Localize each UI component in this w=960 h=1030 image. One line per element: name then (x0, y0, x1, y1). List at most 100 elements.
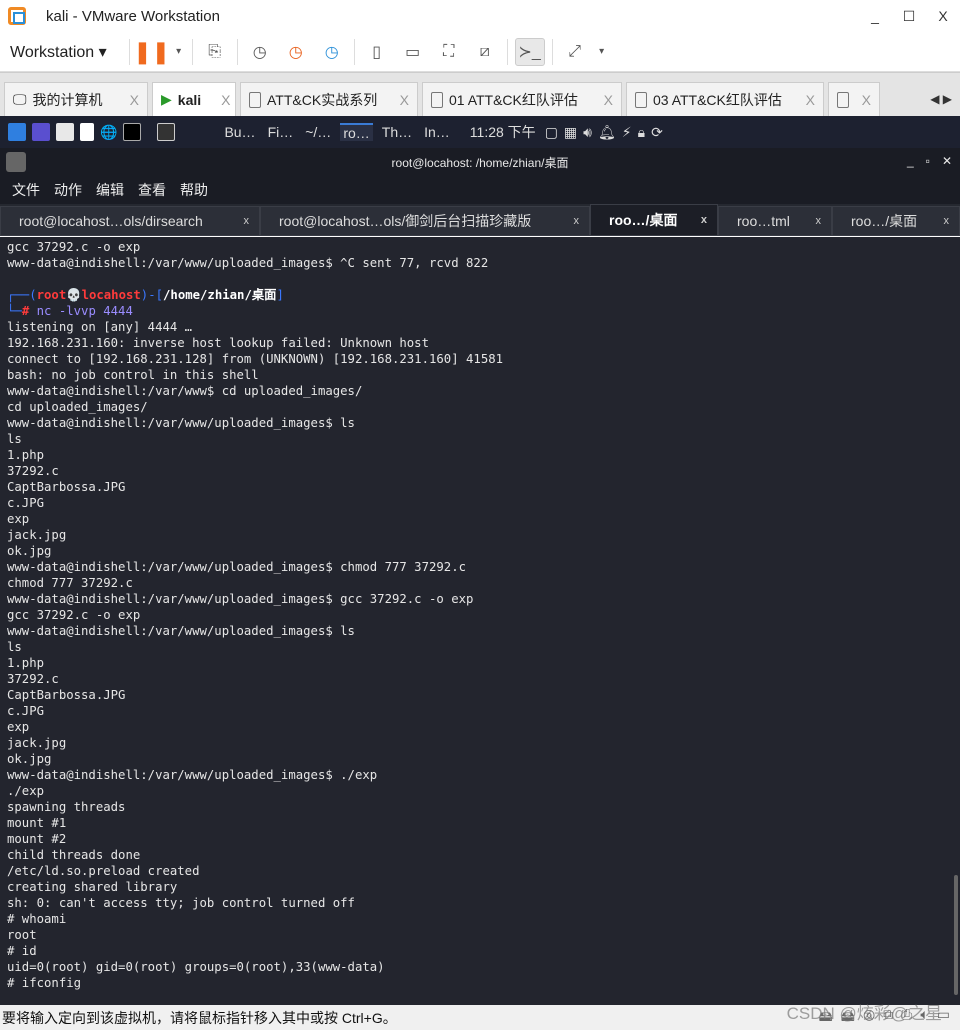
tab-label: roo…/桌面 (851, 213, 918, 229)
toolbar: Workstation ▾ ❚❚ ▾ ⎘ ◷ ◷ ◷ ▯ ▭ ⛶ ⧄ ≻_ ⤢ ▾ (0, 32, 960, 72)
terminal-line: 37292.c (7, 464, 59, 478)
unity-icon[interactable]: ⧄ (470, 38, 500, 66)
terminal-titlebar: root@locahost: /home/zhian/桌面 _ ▫ ✕ (0, 148, 960, 176)
kali-menu-icon[interactable] (8, 123, 26, 141)
revert-snapshot-icon[interactable]: ◷ (281, 38, 311, 66)
tab-label: root@locahost…ols/dirsearch (19, 213, 203, 229)
task-firefox[interactable]: Fi… (265, 124, 297, 140)
close-button[interactable]: ✕ (942, 154, 952, 168)
close-button[interactable]: X (926, 8, 960, 25)
maximize-button[interactable]: ☐ (892, 8, 926, 25)
close-tab-icon[interactable]: X (116, 92, 139, 108)
file-manager-icon[interactable] (56, 123, 74, 141)
snapshot-manager-icon[interactable]: ◷ (317, 38, 347, 66)
terminal-tab[interactable]: root@locahost…ols/御剑后台扫描珍藏版 x (260, 206, 590, 236)
close-tab-icon[interactable]: x (701, 214, 707, 226)
snapshot-icon[interactable]: ◷ (245, 38, 275, 66)
terminal-tab[interactable]: roo…/桌面 x (832, 206, 960, 236)
vm-tab-kali[interactable]: ▶ kali X (152, 82, 236, 116)
clock[interactable]: 11:28 下午 (467, 122, 539, 142)
close-tab-icon[interactable]: X (590, 92, 613, 108)
minimize-button[interactable]: _ (858, 8, 892, 25)
workstation-menu[interactable]: Workstation ▾ (10, 42, 107, 62)
terminal-output[interactable]: gcc 37292.c -o exp www-data@indishell:/va… (0, 237, 960, 1005)
vm-tabs: 🖵 我的计算机 X ▶ kali X ATT&CK实战系列 X 01 ATT&CK红队评估… (0, 72, 960, 116)
terminal-line: CaptBarbossa.JPG (7, 688, 126, 702)
menu-file[interactable]: 文件 (12, 180, 40, 200)
menu-actions[interactable]: 动作 (54, 180, 82, 200)
close-tab-icon[interactable]: X (386, 92, 409, 108)
volume-icon[interactable]: 🔊︎ (583, 124, 592, 141)
send-keys-icon[interactable]: ⎘ (200, 38, 230, 66)
display-icon[interactable]: ▢ (545, 124, 558, 141)
tab-label: 03 ATT&CK红队评估 (653, 91, 782, 108)
terminal-scrollbar[interactable] (954, 875, 958, 995)
tab-label: ATT&CK实战系列 (267, 91, 378, 108)
task-chrome[interactable]: In… (421, 124, 453, 140)
close-tab-icon[interactable]: x (574, 215, 580, 227)
terminal-line: 192.168.231.160: inverse host lookup fai… (7, 336, 429, 350)
output-before: gcc 37292.c -o exp www-data@indishell:/va… (7, 239, 953, 287)
notification-bell-icon[interactable]: 🔔︎ (598, 124, 616, 141)
vm-tab-more[interactable]: X (828, 82, 880, 116)
logout-icon[interactable]: ⟳ (651, 124, 663, 141)
prompt-command: nc -lvvp 4444 (36, 304, 133, 318)
close-tab-icon[interactable]: X (858, 92, 871, 108)
terminal-tab-active[interactable]: roo…/桌面 x (590, 204, 718, 236)
watermark: CSDN @炫彩@之星 (786, 1004, 942, 1023)
terminal-line: creating shared library (7, 880, 178, 894)
console-view-icon[interactable]: ≻_ (514, 37, 545, 66)
stretch-icon[interactable]: ⤢ (560, 38, 590, 66)
terminal-menubar: 文件 动作 编辑 查看 帮助 (0, 176, 960, 204)
browser-icon[interactable]: 🌐 (100, 124, 117, 141)
vm-icon (431, 91, 443, 108)
terminal-line: ok.jpg (7, 544, 52, 558)
vm-icon (249, 91, 261, 108)
menu-edit[interactable]: 编辑 (96, 180, 124, 200)
lock-icon[interactable]: 🔒︎ (638, 124, 645, 141)
vm-running-icon: ▶ (161, 91, 172, 107)
menu-view[interactable]: 查看 (138, 180, 166, 200)
sidebar-view-icon[interactable]: ▯ (362, 38, 392, 66)
pause-icon[interactable]: ❚❚ (133, 38, 170, 66)
fullscreen-icon[interactable]: ⛶ (434, 38, 464, 66)
close-tab-icon[interactable]: X (207, 92, 230, 108)
maximize-button[interactable]: ▫ (926, 154, 930, 168)
close-tab-icon[interactable]: x (816, 215, 822, 227)
task-burp[interactable]: Bu… (221, 124, 258, 140)
terminal-icon[interactable] (123, 123, 142, 141)
terminal-line: www-data@indishell:/var/www/uploaded_ima… (7, 624, 355, 638)
vm-tab-attck-01[interactable]: 01 ATT&CK红队评估 X (422, 82, 622, 116)
close-tab-icon[interactable]: X (792, 92, 815, 108)
thumbnail-view-icon[interactable]: ▭ (398, 38, 428, 66)
chevron-down-icon[interactable]: ▾ (173, 38, 185, 66)
terminal-line: jack.jpg (7, 736, 67, 750)
vm-tab-attck-series[interactable]: ATT&CK实战系列 X (240, 82, 418, 116)
show-desktop-icon[interactable] (32, 123, 50, 141)
terminal-line: listening on [any] 4444 … (7, 320, 193, 334)
window-title: kali - VMware Workstation (46, 7, 220, 25)
chevron-down-icon[interactable]: ▾ (596, 38, 608, 66)
task-thunar[interactable]: Th… (379, 124, 415, 140)
text-editor-icon[interactable] (80, 123, 94, 141)
vm-tab-my-computer[interactable]: 🖵 我的计算机 X (4, 82, 148, 116)
terminal-line: jack.jpg (7, 528, 67, 542)
terminal-tab[interactable]: root@locahost…ols/dirsearch x (0, 206, 260, 236)
task-editor[interactable]: ~/… (302, 124, 334, 140)
vmware-logo-icon (8, 7, 26, 25)
workspace-terminal-icon[interactable] (157, 123, 176, 141)
power-manager-icon[interactable]: ⚡ (622, 124, 632, 141)
terminal-tab[interactable]: roo…tml x (718, 206, 832, 236)
task-terminal[interactable]: ro… (340, 123, 373, 141)
prompt-host: locahost (81, 288, 141, 302)
kali-panel: 🌐 Bu… Fi… ~/… ro… Th… In… 11:28 下午 ▢ ▦ 🔊… (0, 116, 960, 148)
tab-scroll-arrows[interactable]: ◀ ▶ (922, 92, 960, 116)
vm-tab-attck-03[interactable]: 03 ATT&CK红队评估 X (626, 82, 824, 116)
keyboard-icon[interactable]: ▦ (564, 124, 577, 141)
minimize-button[interactable]: _ (907, 154, 914, 168)
close-tab-icon[interactable]: x (944, 215, 950, 227)
menu-help[interactable]: 帮助 (180, 180, 208, 200)
terminal-line: gcc 37292.c -o exp (7, 608, 141, 622)
terminal-line: child threads done (7, 848, 141, 862)
close-tab-icon[interactable]: x (244, 215, 250, 227)
